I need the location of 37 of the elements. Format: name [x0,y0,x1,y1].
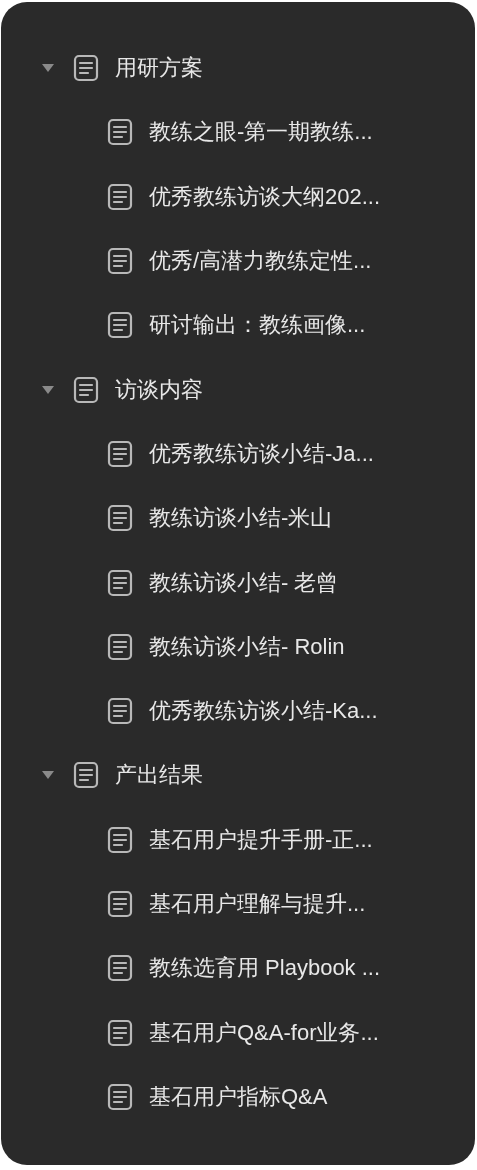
document-icon [73,761,99,790]
page-title[interactable]: 基石用户理解与提升... [149,889,366,919]
document-icon [107,504,133,533]
document-icon [107,182,133,211]
document-icon [107,954,133,983]
document-icon [107,1082,133,1111]
page-title[interactable]: 教练之眼-第一期教练... [149,117,373,148]
document-icon [107,568,133,597]
page-title[interactable]: 访谈内容 [115,374,203,405]
document-icon [107,825,133,854]
page-title[interactable]: 优秀教练访谈大纲202... [149,181,381,212]
document-icon [107,118,133,147]
page-title[interactable]: 优秀教练访谈小结-Ja... [149,438,374,469]
document-icon [107,311,133,340]
page-title[interactable]: 优秀/高潜力教练定性... [149,246,372,277]
page-title[interactable]: 优秀教练访谈小结-Ka... [149,696,378,727]
caret-icon[interactable] [41,384,55,395]
page-title[interactable]: 教练选育用 Playbook ... [149,953,381,984]
document-icon [73,54,99,83]
page-title[interactable]: 研讨输出：教练画像... [149,310,366,341]
document-icon [73,375,99,404]
document-icon [107,439,133,468]
page-title[interactable]: 用研方案 [115,53,203,84]
document-icon [107,632,133,661]
document-icon [107,247,133,276]
page-title[interactable]: 基石用户提升手册-正... [149,824,373,855]
document-icon [107,1018,133,1047]
document-icon [107,890,133,918]
page-title[interactable]: 基石用户指标Q&A [149,1081,328,1112]
page-title[interactable]: 教练访谈小结-米山 [149,503,333,534]
caret-icon[interactable] [41,770,55,781]
page-title[interactable]: 基石用户Q&A-for业务... [149,1017,379,1048]
document-icon [107,697,133,726]
page-title[interactable]: 产出结果 [115,760,203,791]
caret-icon[interactable] [41,63,55,74]
page-title[interactable]: 教练访谈小结- 老曾 [149,567,339,598]
page-title[interactable]: 教练访谈小结- Rolin [149,631,345,662]
